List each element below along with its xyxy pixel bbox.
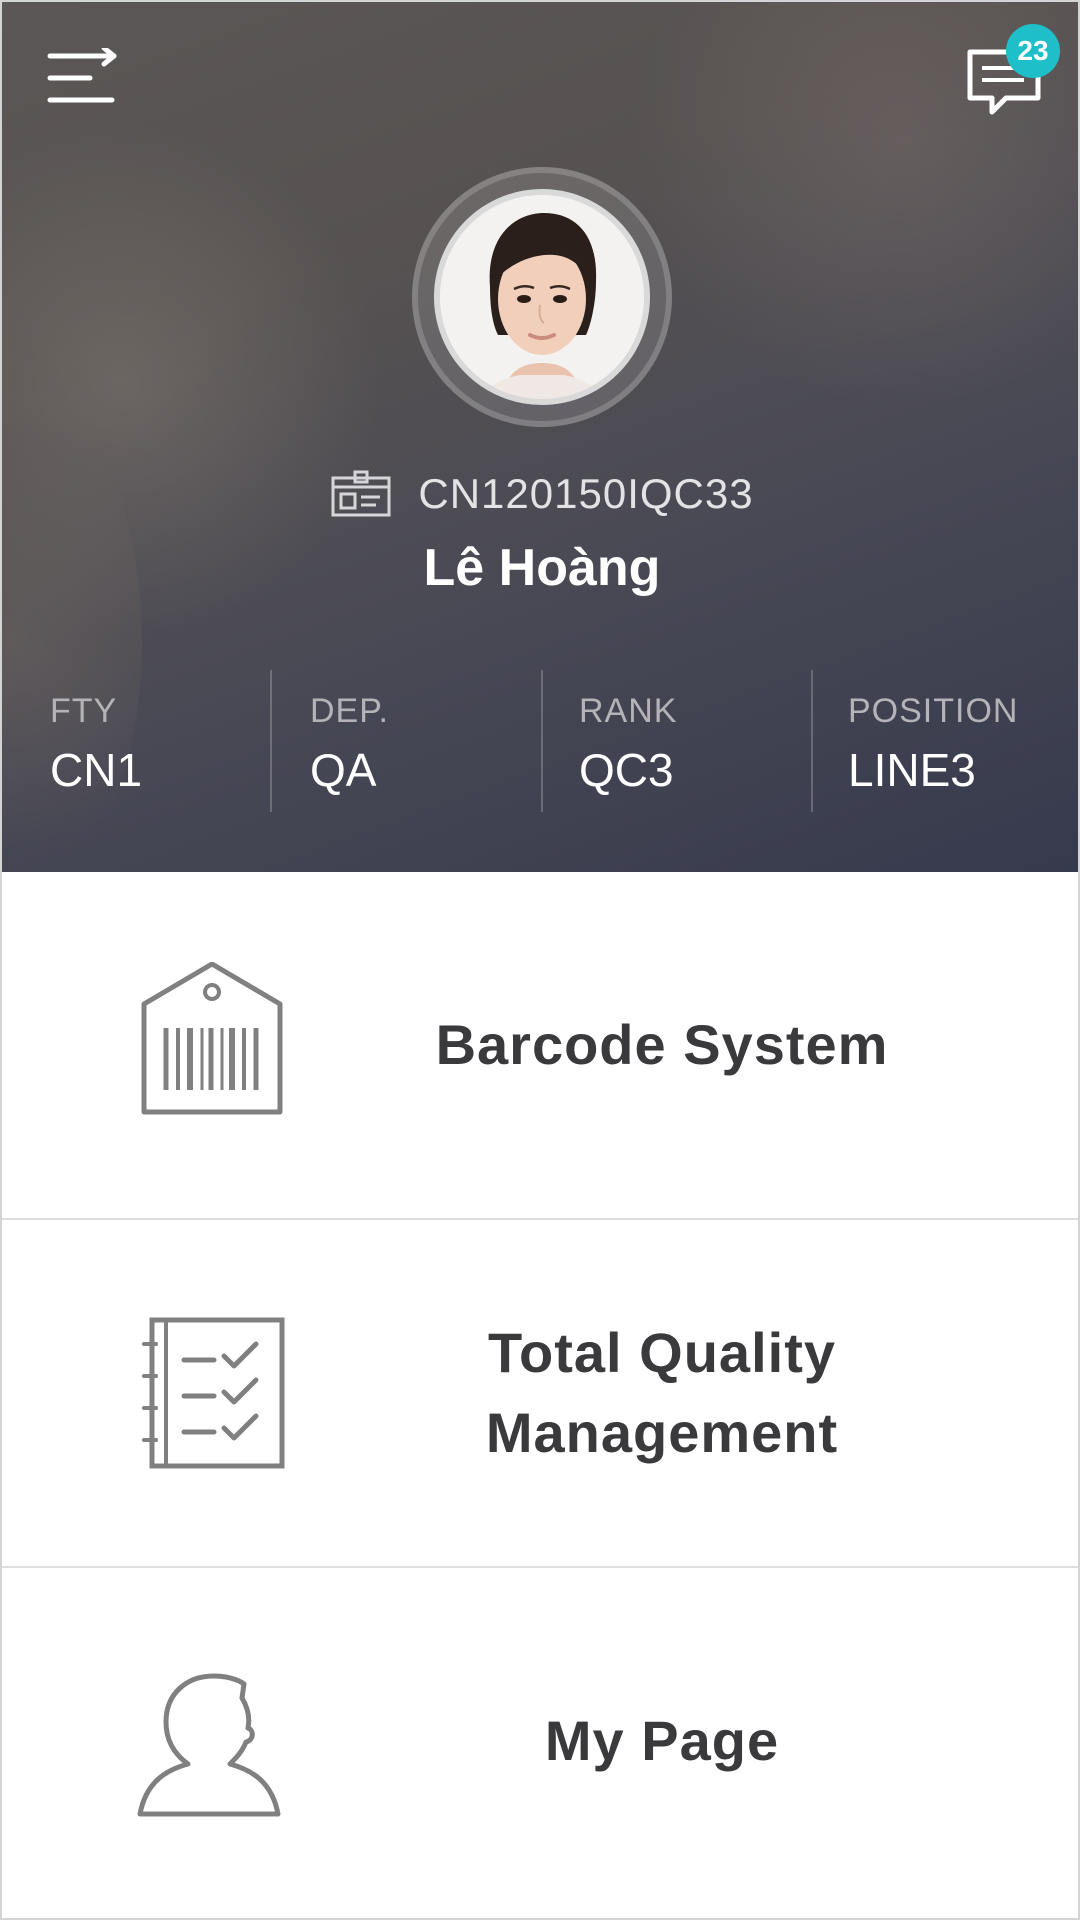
stat-department: DEP. QA xyxy=(310,670,389,812)
stat-label: POSITION xyxy=(848,692,1019,730)
menu-item-label: My Page xyxy=(544,1709,780,1772)
checklist-icon xyxy=(142,1317,285,1469)
user-icon xyxy=(137,1673,281,1817)
stat-label: RANK xyxy=(579,692,678,730)
barcode-tag-icon xyxy=(141,962,283,1115)
stat-label: FTY xyxy=(50,692,118,730)
menu-item-label: Total Quality Management xyxy=(485,1321,839,1464)
stat-rank: RANK QC3 xyxy=(579,670,677,812)
stat-label: DEP. xyxy=(310,692,389,730)
menu-item-my-page[interactable]: My Page xyxy=(2,1568,1078,1916)
menu-item-barcode-system[interactable]: Barcode System xyxy=(2,872,1078,1220)
stat-factory: FTY CN1 xyxy=(50,670,142,812)
stat-value: LINE3 xyxy=(848,744,976,796)
menu-item-total-quality-management[interactable]: Total Quality Management xyxy=(2,1220,1078,1568)
stat-divider xyxy=(811,670,813,812)
employee-stats: FTY CN1 DEP. QA RANK QC3 POSITION LINE3 xyxy=(2,670,1078,812)
notification-badge: 23 xyxy=(1006,24,1060,78)
id-card-icon xyxy=(331,470,391,517)
stat-divider xyxy=(270,670,272,812)
stat-position: POSITION LINE3 xyxy=(848,670,1018,812)
employee-id: CN120150IQC33 xyxy=(418,470,754,517)
stat-divider xyxy=(541,670,543,812)
app-screen: 23 CN120150IQC33 Lê Hoàng FTY CN1 DEP. Q… xyxy=(0,0,1080,1920)
profile-header: 23 CN120150IQC33 Lê Hoàng FTY CN1 DEP. Q… xyxy=(2,2,1078,872)
stat-value: QA xyxy=(310,744,377,796)
menu-item-label: Barcode System xyxy=(435,1013,889,1076)
user-name: Lê Hoàng xyxy=(423,539,661,597)
avatar[interactable] xyxy=(434,189,650,405)
menu-arrow-icon xyxy=(47,45,117,103)
menu-button[interactable] xyxy=(46,45,122,120)
profile-photo xyxy=(440,195,644,399)
employee-id-row: CN120150IQC33 xyxy=(2,464,1078,524)
stat-value: CN1 xyxy=(50,744,143,796)
stat-value: QC3 xyxy=(579,744,674,796)
